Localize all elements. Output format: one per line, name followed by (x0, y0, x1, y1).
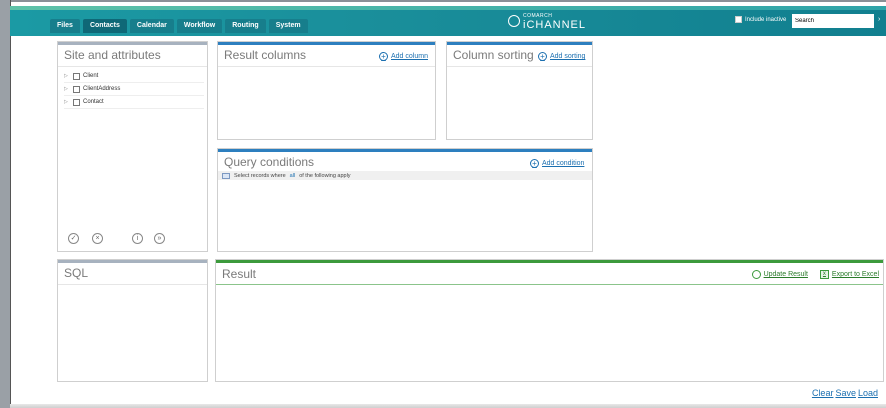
column-sorting-panel: Column sorting + Add sorting (446, 41, 593, 140)
tree-item-client[interactable]: ▷ Client (64, 70, 204, 83)
brand-mark-icon (508, 15, 520, 27)
save-link[interactable]: Save (835, 388, 856, 398)
panel-top-bar (447, 42, 592, 45)
column-sorting-title: Column sorting (453, 48, 534, 62)
forward-circle-icon[interactable]: » (154, 233, 165, 244)
add-sorting-button[interactable]: + Add sorting (538, 52, 585, 61)
sql-panel: SQL (57, 259, 208, 382)
add-circle-icon: + (530, 159, 539, 168)
tree-checkbox[interactable] (73, 85, 80, 93)
add-condition-button[interactable]: + Add condition (530, 159, 584, 168)
panel-top-bar (58, 260, 207, 263)
panel-header-divider (216, 284, 883, 285)
panel-header-divider (447, 66, 592, 67)
main-tabs: Files Contacts Calendar Workflow Routing… (50, 19, 308, 33)
tree-item-label: Client (83, 73, 99, 79)
tab-system[interactable]: System (268, 19, 308, 33)
query-conditions-title: Query conditions (224, 155, 315, 169)
refresh-icon (751, 270, 761, 279)
panel-header-divider (58, 66, 207, 67)
add-circle-icon: + (538, 52, 547, 61)
result-columns-title: Result columns (224, 48, 307, 62)
tree-checkbox[interactable] (73, 98, 80, 106)
query-conditions-panel: Query conditions + Add condition Select … (217, 148, 593, 252)
export-excel-label: Export to Excel (831, 271, 879, 278)
tree-item-label: Contact (83, 99, 104, 105)
search-go-icon[interactable]: › (878, 16, 886, 26)
add-condition-label: Add condition (542, 160, 585, 167)
search-input[interactable] (792, 14, 874, 28)
tab-contacts[interactable]: Contacts (82, 19, 127, 33)
panel-top-bar (58, 42, 207, 45)
include-inactive[interactable]: Include inactive (735, 16, 786, 23)
condition-root-row: Select records where all of the followin… (218, 171, 592, 180)
result-columns-panel: Result columns + Add column (217, 41, 436, 140)
site-attributes-panel: Site and attributes ▷ Client ▷ ClientAdd… (57, 41, 208, 252)
brand-product: iCHANNEL (523, 19, 587, 31)
footer-actions: Clear Save Load (812, 388, 878, 398)
load-link[interactable]: Load (858, 388, 878, 398)
tab-files[interactable]: Files (50, 19, 80, 33)
site-attributes-title: Site and attributes (64, 48, 161, 62)
tree-item-label: ClientAddress (83, 86, 121, 92)
update-result-label: Update Result (763, 271, 808, 278)
add-sorting-label: Add sorting (550, 53, 586, 60)
add-column-label: Add column (391, 53, 428, 60)
tab-workflow[interactable]: Workflow (176, 19, 223, 33)
info-circle-icon[interactable]: i (132, 233, 143, 244)
tree-item-contact[interactable]: ▷ Contact (64, 96, 204, 109)
bottom-shadow (10, 404, 886, 408)
window-left-border (0, 0, 11, 408)
panel-top-bar (216, 260, 883, 263)
clear-link[interactable]: Clear (812, 388, 834, 398)
update-result-button[interactable]: Update Result (751, 270, 808, 279)
attribute-tree: ▷ Client ▷ ClientAddress ▷ Contact (64, 70, 204, 109)
result-panel: Result Update Result x Export to Excel (215, 259, 884, 382)
export-excel-button[interactable]: x Export to Excel (819, 270, 879, 279)
cancel-circle-icon[interactable]: × (92, 233, 103, 244)
condition-text-after: of the following apply (299, 172, 351, 179)
panel-top-bar (218, 149, 592, 152)
condition-group-icon[interactable] (222, 172, 230, 179)
result-title: Result (222, 267, 257, 281)
sql-title: SQL (64, 266, 89, 280)
include-inactive-label: Include inactive (745, 16, 787, 23)
tab-routing[interactable]: Routing (225, 19, 266, 33)
add-circle-icon: + (379, 52, 388, 61)
panel-header-divider (58, 284, 207, 285)
panel-top-bar (218, 42, 435, 45)
tree-item-clientaddress[interactable]: ▷ ClientAddress (64, 83, 204, 96)
topbar-stripe (10, 6, 886, 10)
add-column-button[interactable]: + Add column (379, 52, 428, 61)
expand-arrow-icon[interactable]: ▷ (64, 86, 70, 92)
expand-arrow-icon[interactable]: ▷ (64, 73, 70, 79)
condition-mode-select[interactable]: all (290, 173, 296, 179)
excel-icon: x (819, 270, 829, 279)
result-actions: Update Result x Export to Excel (751, 270, 879, 279)
panel-header-divider (218, 66, 435, 67)
include-inactive-checkbox[interactable] (735, 16, 742, 23)
tree-checkbox[interactable] (73, 72, 80, 80)
expand-arrow-icon[interactable]: ▷ (64, 99, 70, 105)
check-circle-icon[interactable]: ✓ (68, 233, 79, 244)
tab-calendar[interactable]: Calendar (129, 19, 174, 33)
window-top-border (0, 0, 886, 2)
condition-text-before: Select records where (234, 172, 286, 179)
